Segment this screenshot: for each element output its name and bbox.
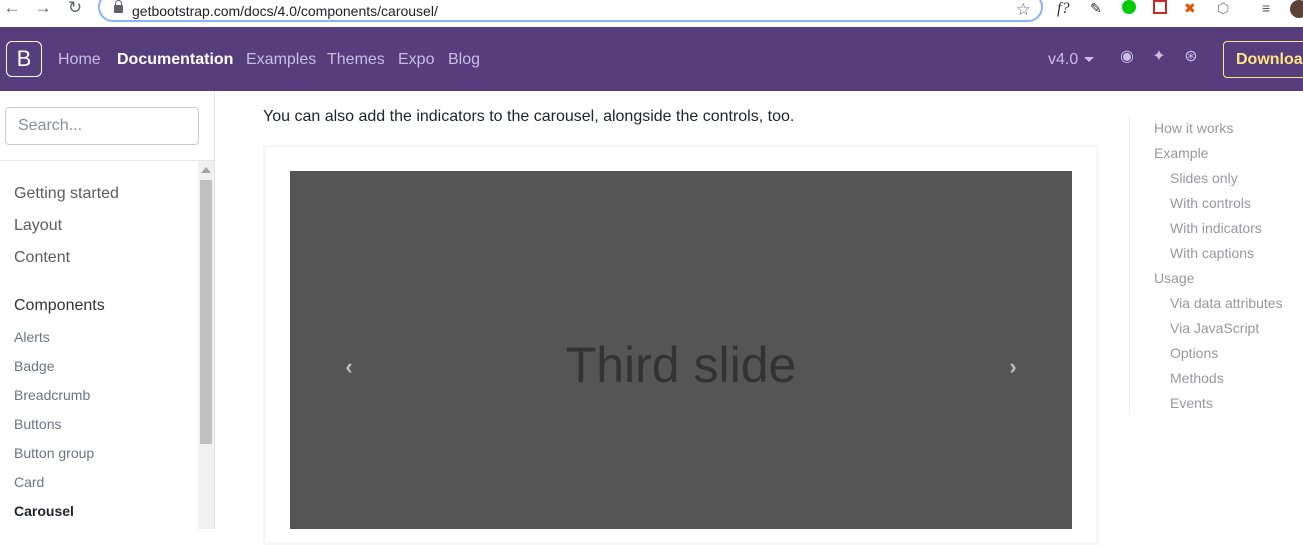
twitter-icon[interactable]: ✦ [1150,48,1168,66]
toc-events[interactable]: Events [1170,395,1213,411]
extension-formula-icon[interactable]: f? [1057,0,1069,18]
slide-label: Third slide [565,337,797,393]
sidebar-item-breadcrumb[interactable]: Breadcrumb [14,387,90,403]
back-icon[interactable]: ← [2,0,22,18]
sidebar-item-buttons[interactable]: Buttons [14,416,61,432]
lock-icon [114,0,123,13]
toc-via-javascript[interactable]: Via JavaScript [1170,320,1259,336]
nav-expo[interactable]: Expo [398,51,434,69]
address-url: getbootstrap.com/docs/4.0/components/car… [132,3,438,19]
chevron-down-icon [1084,57,1095,63]
extension-eyedropper-icon[interactable]: ✎ [1090,0,1102,18]
toc-usage[interactable]: Usage [1154,270,1194,286]
sidebar-item-carousel[interactable]: Carousel [14,503,74,519]
bookmark-star-icon[interactable]: ☆ [1016,0,1031,20]
nav-examples[interactable]: Examples [246,51,316,69]
sidebar-item-layout[interactable]: Layout [14,217,62,235]
site-navbar: B Home Documentation Examples Themes Exp… [0,27,1303,91]
extension-red-icon[interactable] [1153,0,1167,14]
sidebar-item-card[interactable]: Card [14,474,44,490]
carousel-slide: Third slide ‹ › [290,171,1072,529]
extension-hex-icon[interactable]: ⬡ [1217,0,1229,18]
toc-slides-only[interactable]: Slides only [1170,170,1238,186]
browser-toolbar: ← → ↻ getbootstrap.com/docs/4.0/componen… [0,0,1303,27]
slack-icon[interactable]: ⊛ [1182,48,1200,66]
reading-list-icon[interactable]: ≡ [1262,0,1270,18]
sidebar-scrollbar[interactable] [198,161,214,529]
version-dropdown[interactable]: v4.0 [1048,51,1095,69]
search-input[interactable] [5,107,199,145]
sidebar-item-badge[interactable]: Badge [14,358,54,374]
nav-themes[interactable]: Themes [327,51,385,69]
sidebar-item-components[interactable]: Components [14,297,105,315]
reload-icon[interactable]: ↻ [65,0,85,18]
sidebar-item-button-group[interactable]: Button group [14,445,94,461]
toc-with-captions[interactable]: With captions [1170,245,1254,261]
forward-icon[interactable]: → [33,0,53,18]
carousel-prev-icon[interactable]: ‹ [337,355,361,379]
toc-how-it-works[interactable]: How it works [1154,120,1233,136]
extension-green-icon[interactable] [1122,0,1136,14]
sidebar-divider [0,160,214,161]
sidebar-item-content[interactable]: Content [14,249,70,267]
toc-rule [1129,116,1130,414]
carousel-next-icon[interactable]: › [1001,355,1025,379]
nav-blog[interactable]: Blog [448,51,480,69]
nav-home[interactable]: Home [58,51,101,69]
address-bar[interactable]: getbootstrap.com/docs/4.0/components/car… [98,0,1043,22]
toc-with-indicators[interactable]: With indicators [1170,220,1262,236]
lead-paragraph: You can also add the indicators to the c… [263,108,795,125]
github-icon[interactable]: ◉ [1118,48,1136,66]
extension-cross-icon[interactable]: ✖ [1184,0,1196,18]
toc-with-controls[interactable]: With controls [1170,195,1251,211]
toc-via-data-attributes[interactable]: Via data attributes [1170,295,1283,311]
nav-documentation[interactable]: Documentation [117,51,233,69]
toc-options[interactable]: Options [1170,345,1218,361]
download-button[interactable]: Download [1223,41,1303,78]
version-label: v4.0 [1048,51,1079,68]
toc-methods[interactable]: Methods [1170,370,1224,386]
sidebar-item-getting-started[interactable]: Getting started [14,185,119,203]
scrollbar-thumb[interactable] [200,180,212,444]
scroll-up-icon[interactable] [201,167,211,173]
bootstrap-logo[interactable]: B [6,41,42,77]
sidebar-item-alerts[interactable]: Alerts [14,329,50,345]
toc-example[interactable]: Example [1154,145,1208,161]
profile-avatar[interactable] [1290,0,1303,18]
